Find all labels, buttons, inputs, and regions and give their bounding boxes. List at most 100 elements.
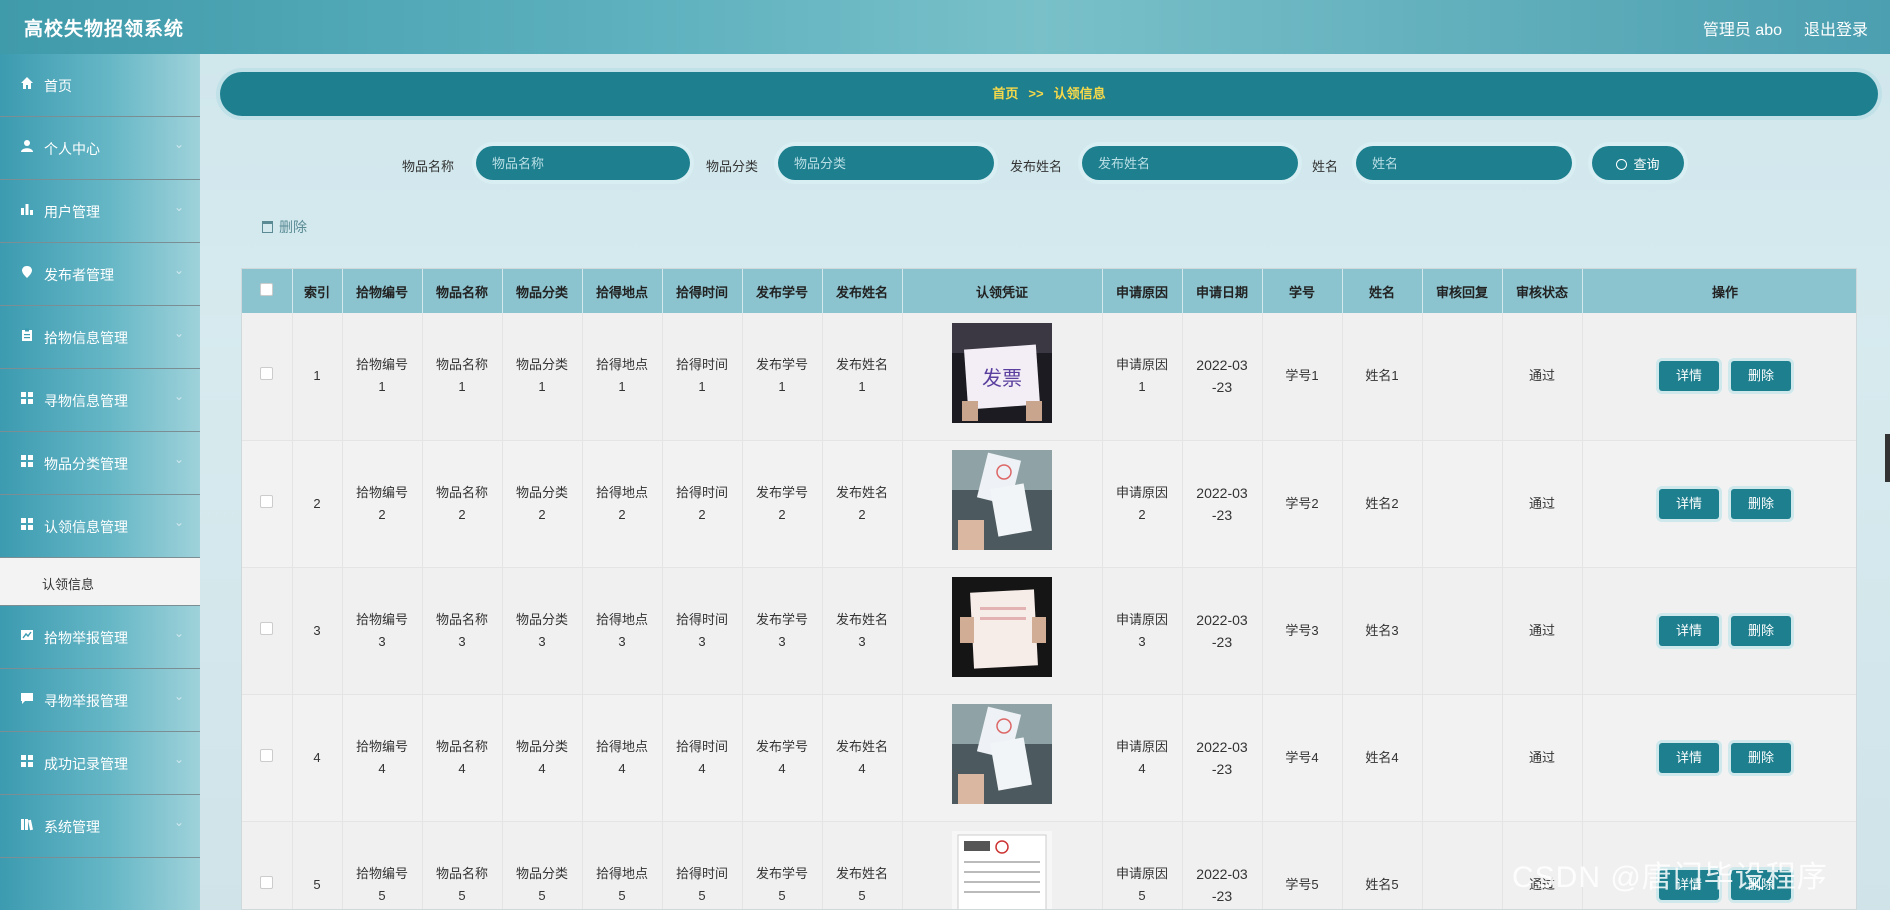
sidebar-item-0[interactable]: 首页	[0, 54, 200, 117]
sidebar-item-label: 认领信息管理	[44, 519, 128, 535]
row-checkbox-cell[interactable]	[242, 440, 293, 568]
row-checkbox[interactable]	[260, 621, 274, 635]
cell-text: 4	[458, 760, 466, 776]
cell-publisher-id: 发布学号 5	[742, 821, 823, 909]
row-delete-button[interactable]: 删除	[1731, 615, 1791, 646]
sidebar-item-label: 发布者管理	[44, 267, 114, 283]
cell-text: 发布学号	[755, 611, 808, 627]
detail-button[interactable]: 详情	[1659, 615, 1719, 646]
cell-review-reply	[1422, 567, 1503, 695]
sidebar-item-11[interactable]: 系统管理 ⌄	[0, 795, 200, 858]
cell-text: 1	[858, 379, 866, 395]
sidebar-item-8[interactable]: 拾物举报管理 ⌄	[0, 606, 200, 669]
cell-found-time: 拾得时间 1	[662, 313, 743, 441]
sidebar-item-5[interactable]: 寻物信息管理 ⌄	[0, 369, 200, 432]
submenu-claim-info[interactable]: 认领信息	[0, 558, 200, 606]
cell-found-time: 拾得时间 5	[662, 821, 743, 909]
cell-text: 拾得地点	[595, 357, 648, 373]
publisher-name-input[interactable]	[1082, 146, 1298, 180]
cell-claim-proof	[902, 567, 1103, 695]
sidebar-item-label: 拾物信息管理	[44, 330, 128, 346]
detail-button[interactable]: 详情	[1659, 488, 1719, 519]
cell-text: 拾得时间	[675, 611, 728, 627]
page-scrollbar[interactable]	[1885, 434, 1890, 482]
cell-text: -23	[1211, 760, 1233, 777]
row-checkbox[interactable]	[260, 494, 274, 508]
row-delete-button[interactable]: 删除	[1731, 488, 1791, 519]
cell-text: 物品名称	[435, 357, 488, 373]
cell-student-id: 学号4	[1262, 694, 1343, 822]
cell-text: 2	[1138, 506, 1146, 522]
cell-text: 发布姓名	[835, 484, 888, 500]
search-button[interactable]: 查询	[1592, 146, 1684, 180]
sidebar-item-9[interactable]: 寻物举报管理 ⌄	[0, 669, 200, 732]
cell-student-id: 学号3	[1262, 567, 1343, 695]
cell-text: 物品名称	[435, 865, 488, 881]
cell-text: 拾得地点	[595, 611, 648, 627]
claims-table: 索引 拾物编号 物品名称 物品分类 拾得地点 拾得时间 发布学号 发布姓名 认领凭证 申请原因 申请…	[241, 268, 1857, 910]
cell-text: 3	[618, 633, 626, 649]
cell-text: 发布姓名	[835, 738, 888, 754]
search-bar: 物品名称 物品分类 发布姓名 姓名 查询	[0, 146, 1890, 182]
cell-actions: 详情 删除	[1582, 567, 1856, 695]
batch-delete-button[interactable]: 删除	[262, 217, 307, 237]
item-name-input[interactable]	[476, 146, 690, 180]
cell-text: 物品分类	[515, 357, 568, 373]
sidebar-item-label: 首页	[44, 78, 72, 94]
cell-text: 拾得时间	[675, 865, 728, 881]
item-category-input[interactable]	[778, 146, 994, 180]
sidebar-item-3[interactable]: 发布者管理 ⌄	[0, 243, 200, 306]
sidebar-item-label: 物品分类管理	[44, 456, 128, 472]
row-checkbox[interactable]	[260, 748, 274, 762]
row-delete-button[interactable]: 删除	[1731, 361, 1791, 392]
row-checkbox-cell[interactable]	[242, 567, 293, 695]
sidebar-item-4[interactable]: 拾物信息管理 ⌄	[0, 306, 200, 369]
cell-text: 5	[778, 887, 786, 903]
chevron-down-icon: ⌄	[173, 263, 184, 277]
grid-icon	[20, 517, 36, 533]
row-checkbox[interactable]	[260, 875, 274, 889]
claim-proof-image[interactable]	[952, 577, 1052, 677]
sidebar-item-6[interactable]: 物品分类管理 ⌄	[0, 432, 200, 495]
row-checkbox[interactable]	[260, 367, 274, 381]
cell-text: 3	[858, 633, 866, 649]
sidebar-item-2[interactable]: 用户管理 ⌄	[0, 180, 200, 243]
cell-reason: 申请原因 1	[1102, 313, 1183, 441]
name-input[interactable]	[1356, 146, 1572, 180]
detail-button[interactable]: 详情	[1659, 361, 1719, 392]
select-all-checkbox[interactable]	[260, 283, 274, 296]
app-title: 高校失物招领系统	[24, 19, 185, 40]
claim-proof-image[interactable]	[952, 704, 1052, 804]
message-icon	[20, 691, 36, 707]
cell-actions: 详情 删除	[1582, 313, 1856, 441]
sidebar-item-10[interactable]: 成功记录管理 ⌄	[0, 732, 200, 795]
claim-proof-image[interactable]: 发票	[952, 322, 1052, 423]
sidebar-item-7[interactable]: 认领信息管理 ⌄	[0, 495, 200, 558]
cell-text: 物品名称	[435, 611, 488, 627]
location-pin-icon	[20, 265, 36, 281]
row-checkbox-cell[interactable]	[242, 694, 293, 822]
search-label-item-name: 物品名称	[402, 159, 455, 174]
cell-text: 3	[458, 633, 466, 649]
select-all-checkbox-cell[interactable]	[242, 269, 293, 313]
claim-proof-image[interactable]	[952, 450, 1052, 550]
cell-text: 拾得时间	[675, 357, 728, 373]
submenu-label: 认领信息	[42, 577, 95, 592]
column-header: 拾得地点	[582, 269, 663, 313]
cell-text: 2022-03	[1196, 357, 1248, 374]
cell-text: 3	[538, 633, 546, 649]
row-checkbox-cell[interactable]	[242, 821, 293, 909]
cell-apply-date: 2022-03 -23	[1182, 694, 1263, 822]
cell-name: 姓名5	[1342, 821, 1423, 909]
cell-text: 2022-03	[1196, 738, 1248, 755]
cell-apply-date: 2022-03 -23	[1182, 567, 1263, 695]
row-delete-button[interactable]: 删除	[1731, 742, 1791, 773]
detail-button[interactable]: 详情	[1659, 742, 1719, 773]
cell-text: 申请原因	[1115, 738, 1168, 754]
column-header: 操作	[1582, 269, 1856, 313]
row-checkbox-cell[interactable]	[242, 313, 293, 441]
clipboard-icon	[20, 328, 36, 344]
breadcrumb-home[interactable]: 首页	[992, 86, 1018, 101]
claim-proof-image[interactable]	[952, 831, 1052, 909]
logout-link[interactable]: 退出登录	[1804, 16, 1868, 40]
